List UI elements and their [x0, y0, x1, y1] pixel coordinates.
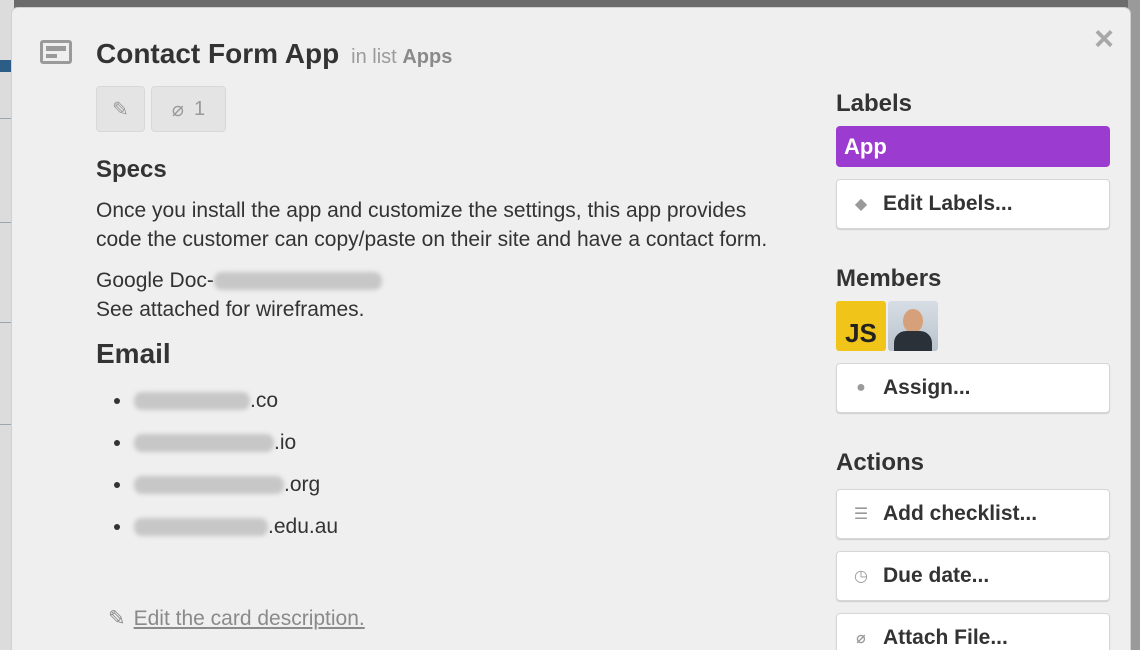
email-suffix: .org	[284, 473, 321, 496]
paperclip-icon: ⌀	[171, 98, 184, 121]
avatar[interactable]: JS	[836, 301, 886, 351]
tag-icon: ◆	[854, 196, 868, 213]
card-sidebar: Labels App ◆ Edit Labels... Members JS ●…	[836, 90, 1110, 650]
specs-text: Once you install the app and customize t…	[96, 199, 768, 251]
pencil-icon: ✎	[108, 607, 126, 630]
google-doc-line: Google Doc-	[96, 266, 796, 295]
redacted-link[interactable]	[213, 272, 382, 291]
card-title[interactable]: Contact Form App	[96, 38, 339, 70]
clock-icon: ◷	[854, 568, 868, 585]
email-suffix: .edu.au	[268, 515, 339, 538]
attachment-count: 1	[193, 97, 206, 120]
list-info: in list Apps	[351, 46, 452, 69]
wireframes-line: See attached for wireframes.	[96, 298, 365, 321]
avatar[interactable]	[888, 301, 938, 351]
button-label: Edit Labels...	[883, 192, 1013, 215]
email-heading: Email	[96, 338, 171, 369]
email-list: .co .io .org .edu.au	[96, 380, 796, 548]
button-label: Attach File...	[883, 626, 1008, 649]
doc-links: Google Doc- See attached for wireframes.	[96, 266, 796, 324]
label-app[interactable]: App	[836, 126, 1110, 167]
redacted-email	[134, 434, 274, 452]
edit-description[interactable]: ✎ Edit the card description.	[108, 606, 365, 631]
list-item: .org	[96, 464, 796, 506]
card-description: Specs Once you install the app and custo…	[96, 156, 796, 548]
edit-labels-button[interactable]: ◆ Edit Labels...	[836, 179, 1110, 229]
button-label: Due date...	[883, 564, 990, 587]
checklist-icon: ☰	[853, 506, 869, 523]
assign-button[interactable]: ● Assign...	[836, 363, 1110, 413]
email-suffix: .io	[274, 431, 297, 454]
person-icon: ●	[856, 379, 866, 396]
list-item: .io	[96, 422, 796, 464]
redacted-email	[134, 476, 284, 494]
redacted-email	[134, 518, 268, 536]
card-icon	[40, 40, 72, 64]
edit-badge-button[interactable]: ✎	[96, 86, 145, 132]
button-label: Assign...	[883, 376, 971, 399]
due-date-button[interactable]: ◷ Due date...	[836, 551, 1110, 601]
attachment-badge[interactable]: ⌀ 1	[151, 86, 226, 132]
google-doc-prefix: Google Doc-	[96, 269, 214, 292]
add-checklist-button[interactable]: ☰ Add checklist...	[836, 489, 1110, 539]
redacted-email	[134, 392, 250, 410]
card-badges: ✎ ⌀ 1	[96, 86, 226, 132]
member-list: JS	[836, 301, 1110, 351]
members-heading: Members	[836, 265, 942, 292]
paperclip-icon: ⌀	[856, 630, 866, 647]
in-list-prefix: in list	[351, 46, 397, 68]
attach-file-button[interactable]: ⌀ Attach File...	[836, 613, 1110, 650]
list-item: .co	[96, 380, 796, 422]
actions-section: Actions ☰ Add checklist... ◷ Due date...…	[836, 449, 1110, 650]
list-name-link[interactable]: Apps	[402, 46, 452, 68]
list-item: .edu.au	[96, 506, 796, 548]
specs-heading: Specs	[96, 156, 167, 183]
edit-description-link[interactable]: Edit the card description.	[134, 607, 365, 631]
email-suffix: .co	[250, 389, 279, 412]
actions-heading: Actions	[836, 449, 925, 476]
pencil-icon: ✎	[112, 98, 129, 121]
members-section: Members JS ● Assign...	[836, 265, 1110, 413]
card-detail-window: × Contact Form App in list Apps ✎ ⌀ 1 Sp…	[12, 8, 1130, 650]
button-label: Add checklist...	[883, 502, 1038, 525]
labels-heading: Labels	[836, 90, 913, 117]
close-icon[interactable]: ×	[1094, 22, 1114, 56]
card-header: Contact Form App in list Apps	[96, 38, 452, 70]
